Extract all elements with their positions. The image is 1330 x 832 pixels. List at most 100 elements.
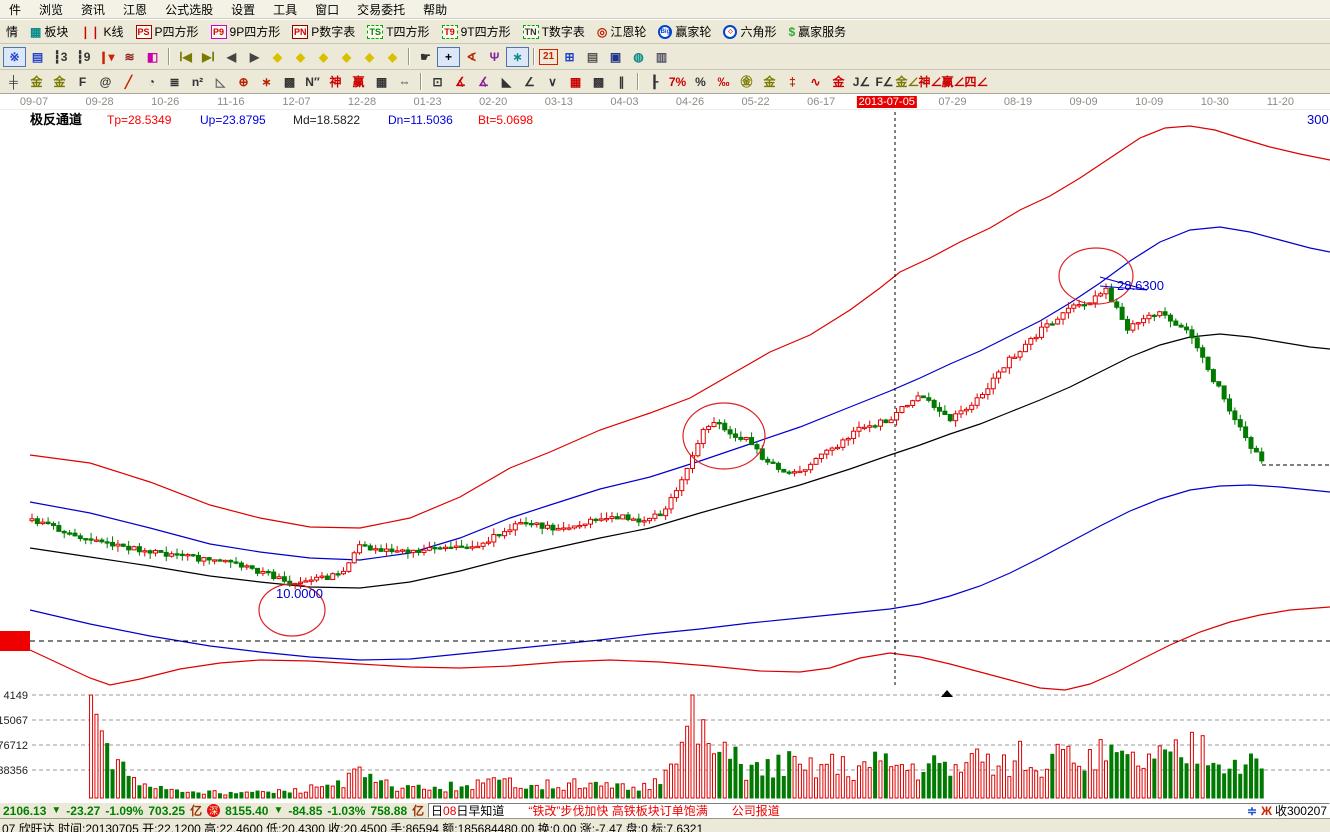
main-chart-icon[interactable]: ※: [3, 47, 26, 67]
calendar-icon[interactable]: 21: [539, 49, 558, 65]
menu-item-9[interactable]: 帮助: [414, 0, 456, 20]
angle-tool-icon[interactable]: ∢: [460, 47, 483, 67]
chart-area[interactable]: 414915067767123835610.000028.6300极反通道Tp=…: [0, 110, 1330, 802]
menu-bar: 件浏览资讯江恩公式选股设置工具窗口交易委托帮助: [0, 0, 1330, 19]
hand-tool-icon[interactable]: ☛: [414, 47, 437, 67]
diamond-left-icon[interactable]: ◆: [266, 47, 289, 67]
report-form-icon[interactable]: ▤: [26, 47, 49, 67]
gann-shape-icon[interactable]: Ψ: [483, 47, 506, 67]
tn-box-icon: TN: [523, 25, 539, 39]
circle-cross-icon[interactable]: ⊕: [232, 72, 255, 92]
red-fan-icon[interactable]: ∡: [449, 72, 472, 92]
candlestick-chart[interactable]: 414915067767123835610.000028.6300极反通道Tp=…: [0, 110, 1330, 802]
n-square-icon[interactable]: n²: [186, 72, 209, 92]
stock-info-bar: 07 欣旺达 时间:20130705 开:22.1200 高:22.4600 低…: [0, 818, 1330, 832]
hexagon-item[interactable]: ◇六角形: [717, 21, 782, 42]
menu-item-8[interactable]: 交易委托: [348, 0, 414, 20]
p-digit-table-item[interactable]: PNP数字表: [286, 21, 361, 42]
volume-profile-icon[interactable]: ◧: [141, 47, 164, 67]
smart-brain-icon[interactable]: ∗: [506, 47, 529, 67]
parallel-lines-icon[interactable]: ∥: [610, 72, 633, 92]
comb-tool-icon[interactable]: ≣: [163, 72, 186, 92]
gann-wheel-item[interactable]: ◎江恩轮: [591, 21, 653, 42]
thin-fan-icon[interactable]: ∠: [518, 72, 541, 92]
p9-square-item[interactable]: P99P四方形: [205, 21, 287, 42]
next-page-icon[interactable]: ▶: [243, 47, 266, 67]
red-grid-icon[interactable]: ▦: [564, 72, 587, 92]
plot9-icon[interactable]: ┇9: [72, 47, 95, 67]
pattern-icon[interactable]: ≋: [118, 47, 141, 67]
shade-fan-icon[interactable]: ◣: [495, 72, 518, 92]
diamond-all-icon[interactable]: ◆: [381, 47, 404, 67]
menu-item-7[interactable]: 窗口: [306, 0, 348, 20]
menu-item-4[interactable]: 公式选股: [156, 0, 222, 20]
v-lines-icon[interactable]: ∨: [541, 72, 564, 92]
kline-item[interactable]: ❘❘K线: [74, 21, 129, 42]
gold-red-icon[interactable]: 金: [827, 72, 850, 92]
ying-tool-icon[interactable]: 赢: [347, 72, 370, 92]
price-ruler-icon[interactable]: ┠: [643, 72, 666, 92]
menu-item-1[interactable]: 浏览: [30, 0, 72, 20]
gold-square1-icon[interactable]: 金: [25, 72, 48, 92]
calculator-icon[interactable]: ⊞: [558, 47, 581, 67]
web-export-icon[interactable]: ◍: [627, 47, 650, 67]
shen-angle-icon[interactable]: 神∠: [919, 72, 942, 92]
shen-tool-icon[interactable]: 神: [324, 72, 347, 92]
pen-tool-icon[interactable]: ╱: [117, 72, 140, 92]
permille-icon[interactable]: ‰: [712, 72, 735, 92]
grid-shade-icon[interactable]: ▩: [278, 72, 301, 92]
gold-angle-icon[interactable]: 金∠: [896, 72, 919, 92]
purple-fan-icon[interactable]: ∡: [472, 72, 495, 92]
spiral-tool-icon[interactable]: @: [94, 72, 117, 92]
percent-icon[interactable]: %: [689, 72, 712, 92]
plot3-icon[interactable]: ┇3: [49, 47, 72, 67]
save-icon[interactable]: ▣: [604, 47, 627, 67]
menu-item-3[interactable]: 江恩: [114, 0, 156, 20]
ying-angle-icon[interactable]: 赢∠: [942, 72, 965, 92]
axis-frame-icon[interactable]: ⊡: [426, 72, 449, 92]
star-tool-icon[interactable]: ∗: [255, 72, 278, 92]
crosshair-tool-icon[interactable]: +: [437, 47, 460, 67]
diamond-compress-icon[interactable]: ◆: [335, 47, 358, 67]
t9-square-item[interactable]: T99T四方形: [436, 21, 517, 42]
sector-item[interactable]: ▦板块: [24, 21, 74, 42]
winner-service-item[interactable]: $赢家服务: [782, 21, 852, 42]
notes-icon[interactable]: ▤: [581, 47, 604, 67]
diamond-expand-icon[interactable]: ◆: [312, 47, 335, 67]
ruler-grid-icon[interactable]: ▦: [370, 72, 393, 92]
diamond-burst-icon[interactable]: ◆: [358, 47, 381, 67]
f-square-icon[interactable]: F: [71, 72, 94, 92]
candle-style-icon[interactable]: ❙▾: [95, 47, 118, 67]
wave-tool-icon[interactable]: ∿: [804, 72, 827, 92]
first-page-icon[interactable]: Ⅰ◀: [174, 47, 197, 67]
prev-page-icon[interactable]: ◀: [220, 47, 243, 67]
gold-square2-icon[interactable]: 金: [48, 72, 71, 92]
diamond-right-icon[interactable]: ◆: [289, 47, 312, 67]
pen-candle-icon[interactable]: ‡: [781, 72, 804, 92]
pc-icon[interactable]: ▥: [650, 47, 673, 67]
menu-item-6[interactable]: 工具: [264, 0, 306, 20]
last-page-icon[interactable]: ▶Ⅰ: [197, 47, 220, 67]
span-arrows-icon[interactable]: ⇔: [393, 72, 416, 92]
n-quote-icon[interactable]: Ν″: [301, 72, 324, 92]
time-circle-icon[interactable]: ◔: [140, 72, 163, 92]
percent-line-icon[interactable]: 7%: [666, 72, 689, 92]
set-square-icon[interactable]: ◺: [209, 72, 232, 92]
hexagon-icon: ◇: [723, 25, 737, 39]
gold-circle-icon[interactable]: ㊎: [735, 72, 758, 92]
j-angle-icon[interactable]: J∠: [850, 72, 873, 92]
date-label-05-22: 05-22: [742, 96, 770, 108]
menu-item-2[interactable]: 资讯: [72, 0, 114, 20]
gold-lines-icon[interactable]: 金: [758, 72, 781, 92]
menu-item-0[interactable]: 件: [0, 0, 30, 20]
p-square-item[interactable]: PSP四方形: [130, 21, 205, 42]
t-digit-table-item[interactable]: TNT数字表: [517, 21, 591, 42]
f-angle-icon[interactable]: F∠: [873, 72, 896, 92]
winner-wheel-item[interactable]: Big赢家轮: [652, 21, 717, 42]
quotes-item[interactable]: 情: [0, 21, 24, 42]
menu-item-5[interactable]: 设置: [222, 0, 264, 20]
four-angle-icon[interactable]: 四∠: [965, 72, 988, 92]
gann-grid-icon[interactable]: ╪: [2, 72, 25, 92]
dark-grid-icon[interactable]: ▩: [587, 72, 610, 92]
t-square-item[interactable]: TST四方形: [361, 21, 435, 42]
